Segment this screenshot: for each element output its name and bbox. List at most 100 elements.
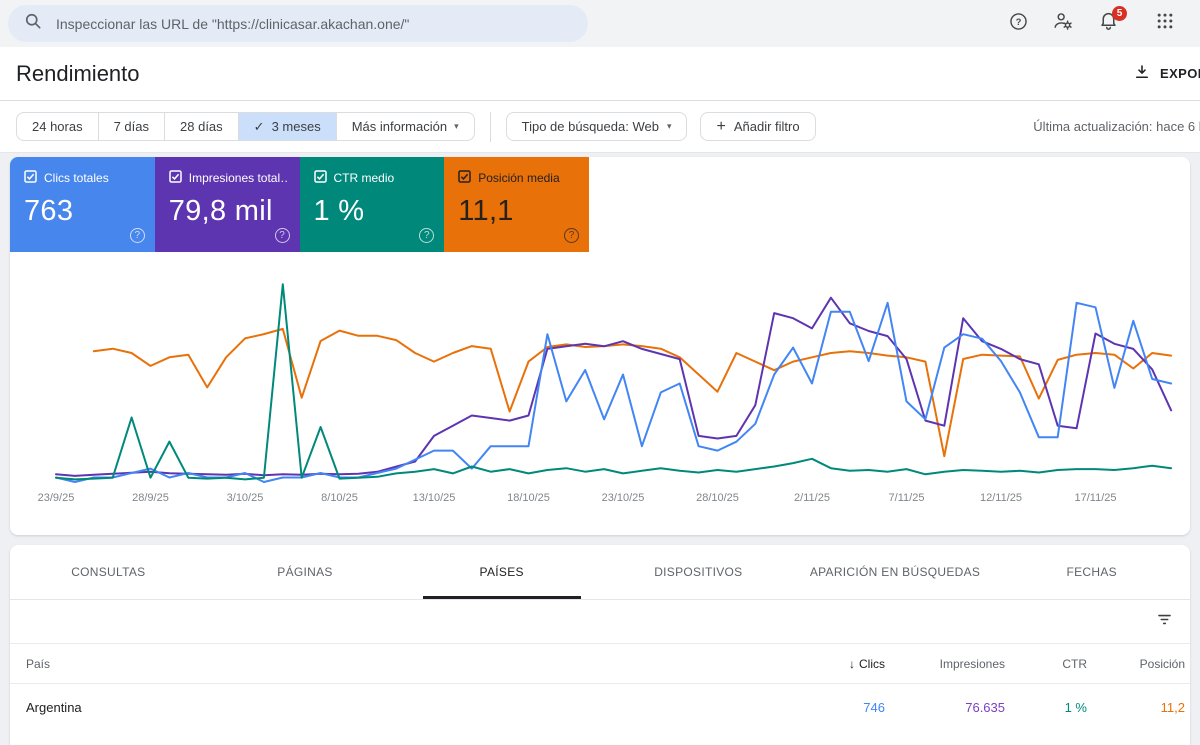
x-axis-tick-label: 12/11/25 [980, 492, 1022, 504]
metric-label: Impresiones total… [188, 171, 288, 185]
filter-divider [489, 111, 491, 142]
metric-card-ctr-medio[interactable]: CTR medio 1 % ? [299, 157, 445, 252]
dimensions-table-card: CONSULTAS PÁGINAS PAÍSES DISPOSITIVOS AP… [10, 545, 1190, 745]
tab-paginas[interactable]: PÁGINAS [207, 545, 404, 599]
url-inspection-input[interactable] [54, 14, 573, 33]
chevron-down-icon: ▾ [454, 121, 459, 131]
range-28-dias[interactable]: 28 días [165, 113, 239, 140]
x-axis-tick-label: 13/10/25 [413, 492, 456, 504]
column-header-posicion[interactable]: Posición [1087, 657, 1185, 671]
x-axis-tick-label: 18/10/25 [507, 492, 550, 504]
range-label: 24 horas [32, 119, 83, 134]
metric-label: CTR medio [333, 171, 395, 185]
column-header-pais[interactable]: País [26, 657, 765, 671]
metric-value: 11,1 [458, 195, 514, 227]
tab-label: APARICIÓN EN BÚSQUEDAS [809, 565, 981, 579]
x-axis-tick-label: 2/11/25 [794, 492, 830, 504]
range-label: 7 días [113, 119, 150, 134]
download-icon [1133, 63, 1151, 84]
performance-line-chart[interactable]: 23/9/25 28/9/25 3/10/25 8/10/25 13/10/25 18/1… [10, 252, 1190, 510]
notifications-button[interactable]: 5 [1095, 5, 1127, 37]
notification-badge: 5 [1112, 5, 1127, 21]
series-line-clics [55, 301, 1173, 483]
topbar-actions: ? 5 [1005, 5, 1178, 37]
series-line-posición [92, 327, 1173, 458]
more-info-label: Más información [351, 119, 448, 134]
svg-text:?: ? [1015, 17, 1021, 27]
date-range-control: 24 horas 7 días 28 días ✓ 3 meses Más in… [16, 112, 475, 141]
export-label: EXPORTAR [1160, 66, 1200, 81]
cell-ctr: 1 % [1064, 700, 1087, 715]
apps-grid-icon [1155, 11, 1175, 36]
check-icon: ✓ [253, 118, 265, 134]
tab-label: FECHAS [1066, 565, 1117, 579]
range-7-dias[interactable]: 7 días [99, 113, 166, 140]
add-filter-label: Añadir filtro [733, 119, 800, 134]
range-label: 3 meses [271, 119, 321, 134]
cell-clics: 746 [863, 700, 885, 715]
metric-card-impresiones[interactable]: Impresiones total… 79,8 mil ? [154, 157, 300, 252]
x-axis-tick-label: 28/10/25 [696, 492, 739, 504]
x-axis-tick-label: 3/10/25 [227, 492, 264, 504]
x-axis-tick-label: 8/10/25 [321, 492, 358, 504]
column-label: Clics [859, 656, 885, 671]
page-header: Rendimiento EXPORTAR [0, 47, 1200, 101]
export-button[interactable]: EXPORTAR [1133, 47, 1200, 100]
metric-value: 1 % [313, 195, 365, 227]
cell-pais: Argentina [26, 700, 82, 715]
cell-impresiones: 76.635 [965, 700, 1005, 715]
url-inspection-search-bar[interactable] [8, 5, 588, 42]
help-icon[interactable]: ? [129, 228, 145, 243]
table-row-argentina[interactable]: Argentina 746 76.635 1 % 11,2 [10, 684, 1190, 731]
help-icon[interactable]: ? [564, 228, 579, 243]
plus-icon: + [716, 117, 726, 135]
tab-aparicion-en-busquedas[interactable]: APARICIÓN EN BÚSQUEDAS [797, 545, 994, 599]
range-3-meses-selected[interactable]: ✓ 3 meses [238, 113, 337, 140]
help-icon: ? [1008, 11, 1029, 37]
active-tab-underline [422, 596, 581, 599]
checkbox-checked-icon[interactable] [24, 170, 37, 186]
checkbox-checked-icon[interactable] [169, 170, 182, 186]
x-axis-tick-label: 23/10/25 [602, 492, 645, 504]
metric-value: 763 [24, 195, 74, 227]
metric-label: Clics totales [44, 171, 109, 185]
range-label: 28 días [180, 119, 223, 134]
tab-paises[interactable]: PAÍSES [403, 545, 600, 599]
help-icon[interactable]: ? [419, 228, 435, 243]
filter-bar: 24 horas 7 días 28 días ✓ 3 meses Más in… [0, 101, 1200, 153]
metric-card-clics-totales[interactable]: Clics totales 763 ? [10, 157, 155, 252]
table-toolbar [10, 600, 1190, 644]
performance-chart-card: Clics totales 763 ? Impresiones total… 7… [10, 157, 1190, 535]
user-settings-button[interactable] [1050, 11, 1076, 37]
search-icon [23, 11, 43, 36]
metric-card-posicion-media[interactable]: Posición media 11,1 ? [444, 157, 589, 252]
range-24-horas[interactable]: 24 horas [17, 113, 99, 140]
more-info-dropdown[interactable]: Más información ▾ [337, 113, 474, 140]
search-type-chip[interactable]: Tipo de búsqueda: Web ▾ [505, 112, 688, 141]
sort-down-icon: ↓ [849, 656, 855, 671]
checkbox-checked-icon[interactable] [313, 170, 327, 186]
tab-consultas[interactable]: CONSULTAS [10, 545, 207, 599]
table-header-row: País ↓ Clics Impresiones CTR Posición [10, 644, 1190, 684]
tab-label: CONSULTAS [71, 565, 146, 579]
tab-label: PÁGINAS [277, 565, 333, 579]
series-line-impresiones [55, 296, 1173, 477]
tab-fechas[interactable]: FECHAS [993, 545, 1190, 599]
metric-cards: Clics totales 763 ? Impresiones total… 7… [10, 157, 1190, 252]
page-title: Rendimiento [16, 60, 140, 86]
tab-label: PAÍSES [479, 565, 524, 579]
help-icon[interactable]: ? [274, 228, 290, 243]
checkbox-checked-icon[interactable] [458, 170, 471, 186]
google-apps-button[interactable] [1152, 11, 1178, 37]
column-header-clics-sorted[interactable]: ↓ Clics [765, 657, 885, 671]
tab-dispositivos[interactable]: DISPOSITIVOS [600, 545, 797, 599]
series-line-ctr [55, 283, 1173, 481]
column-header-ctr[interactable]: CTR [1005, 657, 1087, 671]
column-header-impresiones[interactable]: Impresiones [885, 657, 1005, 671]
add-filter-chip[interactable]: + Añadir filtro [700, 112, 816, 141]
tab-label: DISPOSITIVOS [654, 565, 743, 579]
metric-label: Posición media [478, 171, 560, 185]
dimension-tabs: CONSULTAS PÁGINAS PAÍSES DISPOSITIVOS AP… [10, 545, 1190, 600]
filter-list-button[interactable] [1155, 610, 1174, 634]
help-button[interactable]: ? [1005, 11, 1031, 37]
